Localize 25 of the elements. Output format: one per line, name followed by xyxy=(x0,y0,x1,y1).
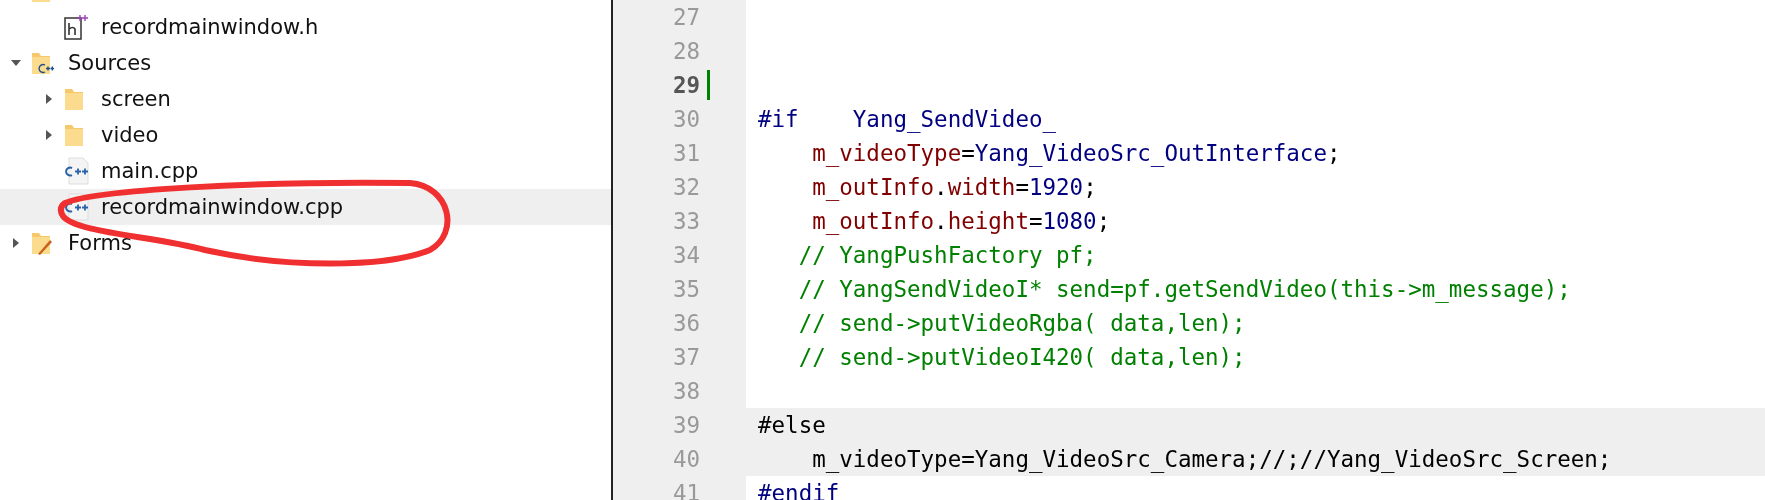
line-number: 36 xyxy=(672,310,700,336)
tree-item-label[interactable]: recordmainwindow.h xyxy=(101,15,319,39)
forms-folder-icon xyxy=(30,230,54,256)
tree-item-label[interactable]: video xyxy=(101,123,159,147)
line-number: 37 xyxy=(672,344,700,370)
tree-item-label[interactable]: recordmainwindow.cpp xyxy=(101,195,344,219)
line-number: 31 xyxy=(672,140,700,166)
header-file-icon xyxy=(63,13,89,41)
line-number: 28 xyxy=(672,38,700,64)
line-number: 29 xyxy=(672,72,700,98)
line-number: 38 xyxy=(672,378,700,404)
tree-item-label[interactable]: screen xyxy=(101,87,171,111)
line-number: 27 xyxy=(672,4,700,30)
tree-item-label[interactable]: main.cpp xyxy=(101,159,199,183)
line-number: 40 xyxy=(672,446,700,472)
line-number: 35 xyxy=(672,276,700,302)
line-number: 33 xyxy=(672,208,700,234)
line-number: 39 xyxy=(672,412,700,438)
source-folder-icon xyxy=(30,50,54,76)
tree-item-label[interactable]: Forms xyxy=(68,231,132,255)
line-number: 30 xyxy=(672,106,700,132)
line-number: 32 xyxy=(672,174,700,200)
selected-tree-row[interactable]: recordmainwindow.cpp xyxy=(0,189,611,225)
tree-item-label[interactable]: Sources xyxy=(68,51,152,75)
line-number: 34 xyxy=(672,242,700,268)
